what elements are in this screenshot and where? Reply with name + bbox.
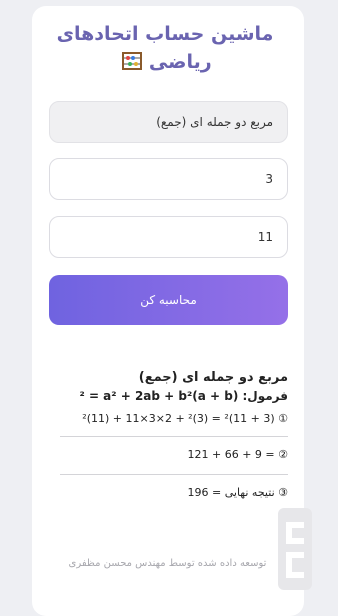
calculate-button[interactable]: محاسبه کن bbox=[49, 275, 288, 325]
input-a-value: 3 bbox=[265, 172, 273, 186]
calculate-button-label: محاسبه کن bbox=[140, 293, 197, 307]
result-formula: فرمول: (a + b)² = a² + 2ab + b² bbox=[79, 389, 288, 403]
result-step-1: ① (3 + 11)² = (3)² + 2×3×11 + (11)² bbox=[82, 412, 288, 425]
input-a-field[interactable]: 3 bbox=[49, 158, 288, 200]
title-text: ماشین حساب اتحادهای ریاضی bbox=[56, 23, 274, 73]
store-watermark-logo bbox=[278, 508, 312, 590]
result-title: مربع دو جمله ای (جمع) bbox=[138, 370, 288, 385]
identity-select-value: مربع دو جمله ای (جمع) bbox=[156, 115, 273, 129]
result-step-2: ② = 9 + 66 + 121 bbox=[187, 448, 288, 461]
input-b-value: 11 bbox=[257, 230, 273, 244]
page-title: ماشین حساب اتحادهای ریاضی bbox=[40, 20, 290, 76]
result-step-3: ③ نتیجه نهایی = 196 bbox=[187, 486, 288, 499]
footer-credit: توسعه داده شده توسط مهندس محسن مظفری bbox=[68, 558, 267, 569]
divider bbox=[60, 474, 288, 475]
divider bbox=[60, 436, 288, 437]
input-b-field[interactable]: 11 bbox=[49, 216, 288, 258]
abacus-icon bbox=[122, 52, 143, 70]
identity-select[interactable]: مربع دو جمله ای (جمع) bbox=[49, 101, 288, 143]
